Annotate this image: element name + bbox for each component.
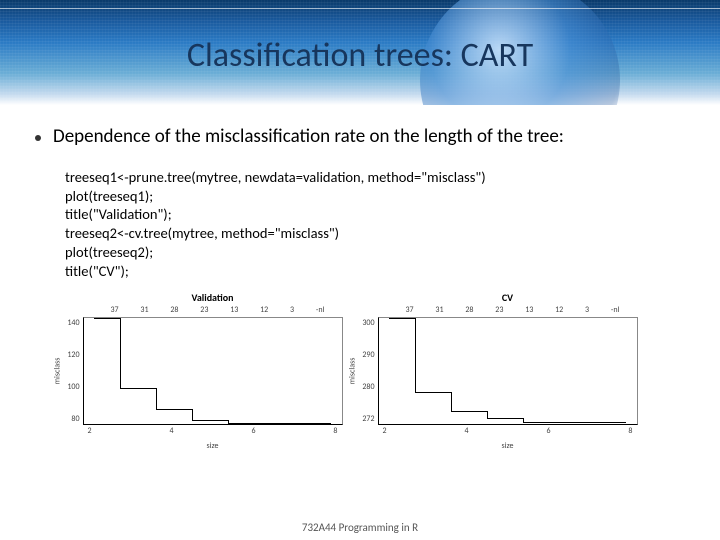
tick: 37 [406,305,414,315]
code-line: treeseq2<-cv.tree(mytree, method="miscla… [65,224,685,243]
footer-text: 732A44 Programming in R [0,521,720,534]
code-line: plot(treeseq1); [65,187,685,206]
x-axis-ticks: 2 4 6 8 [84,426,342,436]
tick: 300 [355,318,375,328]
slide-title: Classification trees: CART [0,35,720,76]
tick: 100 [60,382,80,392]
tick: 3 [585,305,589,315]
tick: 8 [333,426,337,436]
tick: 13 [230,305,238,315]
tick: 28 [170,305,178,315]
y-axis-ticks: 140 120 100 80 [60,318,80,424]
code-line: title("Validation"); [65,205,685,224]
chart-cv: CV 37 31 28 23 13 12 3 -nl misclass 300 … [378,291,638,451]
tick: 290 [355,350,375,360]
tick: 37 [111,305,119,315]
tick: 280 [355,382,375,392]
tick: 31 [140,305,148,315]
tick: 80 [60,414,80,424]
tick: 272 [355,414,375,424]
tick: 23 [200,305,208,315]
slide-content: Dependence of the misclassification rate… [35,125,685,451]
charts-row: Validation 37 31 28 23 13 12 3 -nl miscl… [35,291,685,451]
chart-title: Validation [83,291,343,304]
chart-top-axis: 37 31 28 23 13 12 3 -nl [83,305,343,315]
tick: 13 [525,305,533,315]
x-axis-ticks: 2 4 6 8 [379,426,637,436]
tick: 31 [435,305,443,315]
tick: 28 [465,305,473,315]
chart-top-axis: 37 31 28 23 13 12 3 -nl [378,305,638,315]
tick: 2 [88,426,92,436]
code-line: title("CV"); [65,262,685,281]
bullet-dot [35,135,41,141]
tick: 120 [60,350,80,360]
tick: 140 [60,318,80,328]
code-line: plot(treeseq2); [65,243,685,262]
chart-title: CV [378,291,638,304]
tick: -nl [316,305,325,315]
x-axis-label: size [378,441,638,451]
tick: 4 [169,426,173,436]
tick: 6 [546,426,550,436]
tick: 6 [251,426,255,436]
y-axis-ticks: 300 290 280 272 [355,318,375,424]
chart-plot-area: misclass 300 290 280 272 2 4 [378,317,638,425]
code-line: treeseq1<-prune.tree(mytree, newdata=val… [65,168,685,187]
tick: 2 [383,426,387,436]
tick: 12 [555,305,563,315]
tick: 23 [495,305,503,315]
tick: 12 [260,305,268,315]
code-block: treeseq1<-prune.tree(mytree, newdata=val… [65,168,685,281]
tick: -nl [611,305,620,315]
tick: 8 [628,426,632,436]
x-axis-label: size [83,441,343,451]
tick: 3 [290,305,294,315]
chart-plot-area: misclass 140 120 100 80 2 [83,317,343,425]
bullet-text: Dependence of the misclassification rate… [53,125,564,150]
chart-validation: Validation 37 31 28 23 13 12 3 -nl miscl… [83,291,343,451]
tick: 4 [464,426,468,436]
bullet-item: Dependence of the misclassification rate… [35,125,685,150]
